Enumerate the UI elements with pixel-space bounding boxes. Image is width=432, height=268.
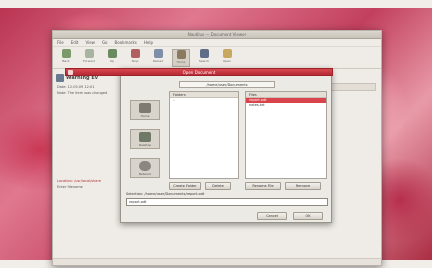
home-icon [176, 50, 186, 59]
create-folder-button[interactable]: Create Folder [169, 182, 201, 190]
arrow-right-icon [84, 49, 94, 58]
places-panel: Home Desktop Network [126, 92, 164, 197]
list-item[interactable]: notes.txt [246, 103, 326, 108]
sidebar-hint-line: Enter filename [57, 185, 83, 189]
sidebar-error-line: Location: /usr/local/share [57, 179, 101, 183]
files-list[interactable]: Files report.odt notes.txt [245, 91, 327, 179]
rename-file-button[interactable]: Rename File [245, 182, 281, 190]
menu-file[interactable]: File [57, 40, 64, 45]
dialog-titlebar[interactable]: Open Document [65, 68, 333, 76]
toolbar-home-button[interactable]: Home [172, 49, 190, 67]
remove-button[interactable]: Remove [285, 182, 321, 190]
place-desktop-button[interactable]: Desktop [130, 129, 160, 149]
search-icon [199, 49, 209, 58]
arrow-left-icon [61, 49, 71, 58]
toolbar-forward-button[interactable]: Forward [80, 49, 98, 67]
top-panel [0, 0, 432, 8]
desktop-wallpaper: Nautilus — Document Viewer File Edit Vie… [0, 0, 432, 268]
reload-icon [153, 49, 163, 58]
toolbar-search-button[interactable]: Search [195, 49, 213, 67]
dialog-title: Open Document [182, 69, 216, 75]
menu-edit[interactable]: Edit [71, 40, 79, 45]
close-icon[interactable] [68, 70, 73, 75]
menu-bookmarks[interactable]: Bookmarks [115, 40, 137, 45]
desktop-icon [139, 131, 151, 142]
network-icon [139, 160, 151, 171]
arrow-up-icon [107, 49, 117, 58]
menu-go[interactable]: Go [102, 40, 108, 45]
window-title: Nautilus — Document Viewer [187, 32, 247, 37]
sidebar-line: Note: The item was changed [57, 91, 108, 95]
open-file-dialog: Open Document /home/user/Documents Home … [65, 68, 333, 223]
menubar: File Edit View Go Bookmarks Help [53, 39, 381, 47]
place-home-button[interactable]: Home [130, 100, 160, 120]
menu-help[interactable]: Help [144, 40, 153, 45]
filename-field[interactable]: report.odt [126, 198, 328, 206]
status-bar [53, 258, 381, 265]
right-panel-field[interactable] [328, 83, 376, 91]
stop-icon [130, 49, 140, 58]
directory-dropdown[interactable]: /home/user/Documents [179, 81, 275, 88]
toolbar-open-button[interactable]: Open [218, 49, 236, 67]
sidebar-line: Date: 12.05.09 12:01 [57, 85, 95, 89]
toolbar-reload-button[interactable]: Reload [149, 49, 167, 67]
cancel-button[interactable]: Cancel [257, 212, 287, 220]
toolbar: Back Forward Up Stop Reload Home Search … [53, 47, 381, 69]
toolbar-up-button[interactable]: Up [103, 49, 121, 67]
delete-button[interactable]: Delete [205, 182, 231, 190]
list-item[interactable]: .. [170, 98, 238, 103]
place-network-button[interactable]: Network [130, 158, 160, 178]
home-icon [139, 102, 151, 113]
toolbar-back-button[interactable]: Back [57, 49, 75, 67]
selection-label: Selection: /home/user/Documents/report.o… [126, 192, 205, 196]
ok-button[interactable]: OK [293, 212, 323, 220]
folder-icon [222, 49, 232, 58]
window-titlebar[interactable]: Nautilus — Document Viewer [53, 31, 381, 39]
menu-view[interactable]: View [85, 40, 95, 45]
folders-list[interactable]: Folders .. [169, 91, 239, 179]
warning-icon [56, 74, 64, 82]
toolbar-stop-button[interactable]: Stop [126, 49, 144, 67]
